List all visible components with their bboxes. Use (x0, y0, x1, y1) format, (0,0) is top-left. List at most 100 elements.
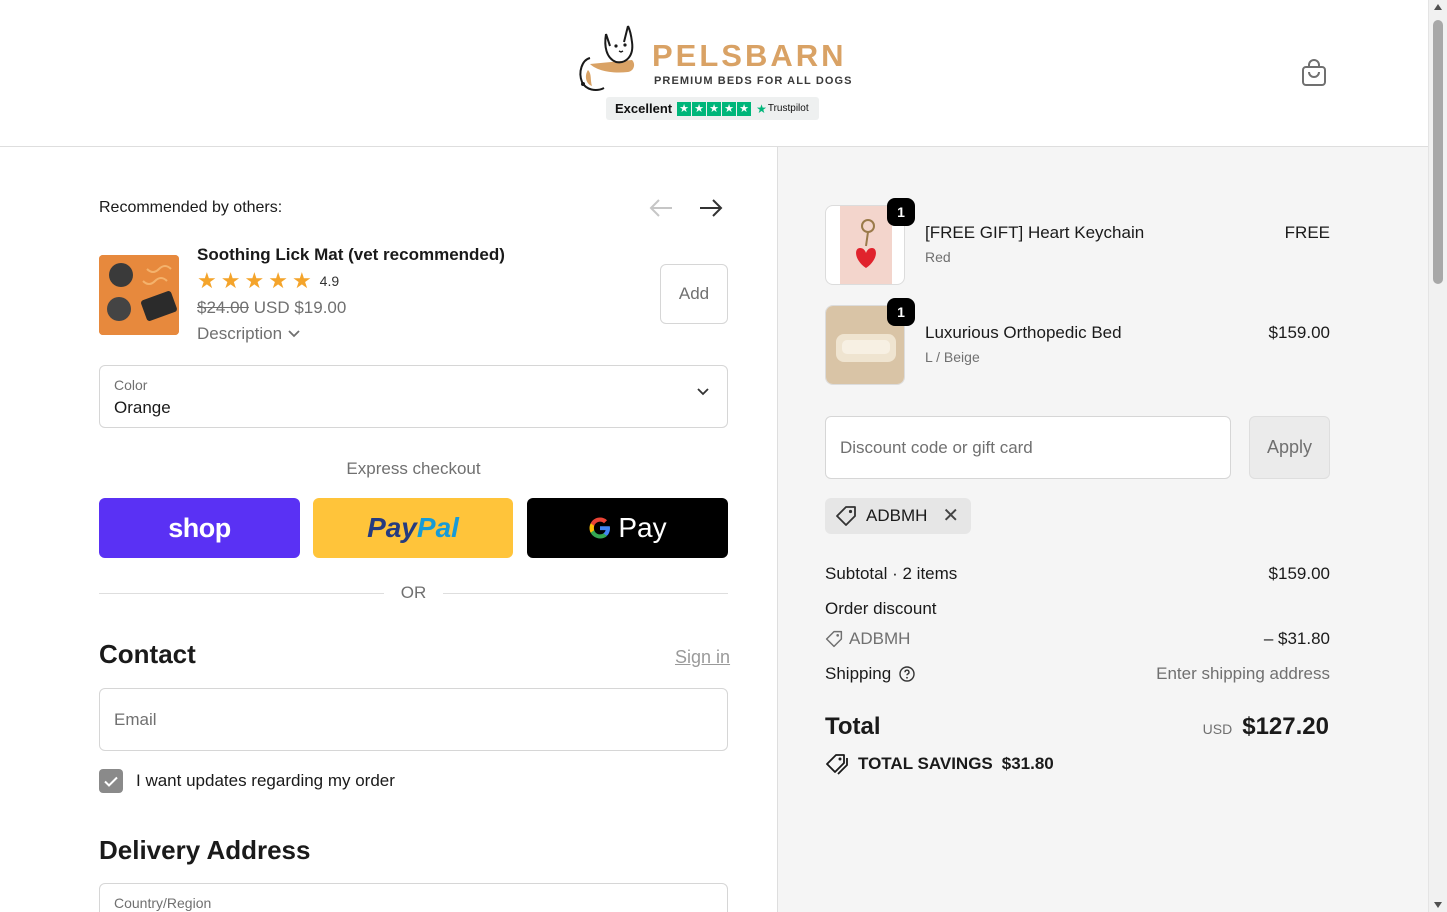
product-rating: ★ ★ ★ ★ ★ 4.9 (197, 270, 339, 292)
description-toggle[interactable]: Description (197, 324, 300, 344)
shipping-row: Shipping Enter shipping address (825, 664, 1330, 684)
original-price: $24.00 (197, 298, 249, 317)
order-summary: 1 [FREE GIFT] Heart Keychain Red FREE 1 … (777, 147, 1428, 912)
tag-icon (825, 630, 843, 648)
tags-icon (826, 754, 848, 775)
email-field[interactable] (99, 688, 728, 751)
item-name: Luxurious Orthopedic Bed (925, 323, 1122, 342)
order-discount-label: Order discount (825, 599, 937, 618)
divider-line (443, 593, 728, 594)
or-divider: OR (99, 583, 728, 605)
order-discount-code-text: ADBMH (849, 629, 911, 648)
item-price: FREE (1284, 223, 1330, 242)
total-value-group: USD $127.20 (1203, 713, 1329, 741)
lick-mat-product-image[interactable] (99, 255, 179, 335)
shipping-value: Enter shipping address (1156, 664, 1330, 683)
shop-pay-label: shop (168, 512, 231, 543)
trustpilot-brand-label: Trustpilot (767, 103, 809, 114)
recommended-product-name[interactable]: Soothing Lick Mat (vet recommended) (197, 245, 505, 265)
paypal-label-part1: Pay (367, 512, 417, 543)
chevron-down-icon (288, 330, 300, 338)
recommended-title: Recommended by others: (99, 199, 283, 216)
star-icon: ★ (197, 268, 217, 293)
apply-discount-button[interactable]: Apply (1249, 416, 1330, 479)
checkmark-icon (104, 776, 118, 787)
chevron-down-icon (697, 388, 709, 396)
cart-button[interactable] (1298, 57, 1330, 89)
total-label: Total (825, 713, 881, 740)
help-circle-icon[interactable] (899, 666, 915, 682)
total-amount: $127.20 (1242, 713, 1329, 740)
subtotal-value: $159.00 (1268, 564, 1330, 583)
item-variant: Red (925, 249, 951, 265)
discount-code-input[interactable] (825, 416, 1231, 479)
order-updates-option[interactable]: I want updates regarding my order (99, 769, 395, 793)
order-discount-code: ADBMH (825, 629, 1330, 649)
color-select-label: Color (114, 377, 148, 393)
delivery-address-heading: Delivery Address (99, 835, 311, 865)
brand-name: PELSBARN (652, 38, 847, 73)
trustpilot-stars: ★ ★ ★ ★ ★ (677, 101, 752, 116)
applied-discount-chip: ADBMH ✕ (825, 498, 972, 534)
color-select[interactable]: Color Orange (99, 365, 728, 428)
scroll-up-arrow-icon[interactable] (1434, 4, 1442, 10)
total-savings-label: TOTAL SAVINGS (858, 754, 993, 773)
item-price: $159.00 (1268, 323, 1330, 342)
star-icon: ★ (677, 101, 692, 116)
shopping-bag-icon (1302, 59, 1326, 86)
line-item: 1 Luxurious Orthopedic Bed L / Beige $15… (825, 298, 1330, 385)
checkout-main: Recommended by others: Soothing Lick Mat… (0, 147, 777, 912)
country-region-label: Country/Region (114, 895, 212, 911)
color-select-value: Orange (114, 398, 171, 417)
google-g-icon (589, 517, 611, 539)
carousel-next-arrow-icon[interactable] (698, 197, 726, 221)
item-variant: L / Beige (925, 349, 980, 365)
add-recommended-button[interactable]: Add (660, 264, 728, 324)
google-pay-label: Pay (618, 512, 667, 543)
page-scrollbar[interactable] (1428, 0, 1447, 912)
order-discount-code-row: ADBMH – $31.80 (825, 629, 1330, 649)
quantity-badge: 1 (887, 298, 915, 326)
star-icon: ★ (291, 268, 312, 293)
line-item: 1 [FREE GIFT] Heart Keychain Red FREE (825, 198, 1330, 285)
star-icon: ★ (268, 268, 288, 293)
star-icon: ★ (722, 101, 737, 116)
brand-tagline: PREMIUM BEDS FOR ALL DOGS (654, 75, 853, 87)
quantity-badge: 1 (887, 198, 915, 226)
trustpilot-rating-text: Excellent (615, 101, 673, 116)
subtotal-row: Subtotal · 2 items $159.00 (825, 564, 1330, 584)
sign-in-link[interactable]: Sign in (675, 647, 730, 668)
subtotal-label: Subtotal · 2 items (825, 564, 958, 583)
country-region-select[interactable]: Country/Region (99, 883, 728, 912)
total-currency: USD (1202, 721, 1233, 737)
current-price: USD $19.00 (253, 298, 347, 317)
remove-discount-close-icon[interactable]: ✕ (942, 506, 959, 526)
recommended-product-price: $24.00 USD $19.00 (197, 298, 346, 318)
paypal-button[interactable]: Pay Pal (313, 498, 513, 558)
scroll-down-arrow-icon[interactable] (1434, 902, 1442, 908)
item-name: [FREE GIFT] Heart Keychain (925, 223, 1145, 242)
rating-score: 4.9 (319, 273, 340, 289)
star-icon: ★ (220, 268, 241, 293)
order-updates-label: I want updates regarding my order (136, 771, 395, 790)
header: PELSBARN PREMIUM BEDS FOR ALL DOGS Excel… (0, 0, 1428, 147)
order-discount-row: Order discount (825, 599, 1330, 619)
google-pay-button[interactable]: Pay (527, 498, 728, 558)
total-savings-row: TOTAL SAVINGS $31.80 (825, 753, 1054, 775)
star-icon: ★ (692, 101, 707, 116)
scrollbar-thumb[interactable] (1433, 20, 1443, 284)
star-icon: ★ (737, 101, 752, 116)
order-updates-checkbox[interactable] (99, 769, 123, 793)
order-discount-value: – $31.80 (1263, 629, 1330, 648)
star-icon: ★ (707, 101, 722, 116)
trustpilot-badge[interactable]: Excellent ★ ★ ★ ★ ★ ★ Trustpilot (606, 97, 819, 120)
applied-discount-code: ADBMH (866, 506, 928, 525)
tag-icon (836, 506, 856, 526)
trustpilot-brand: ★ Trustpilot (756, 102, 809, 116)
shop-pay-button[interactable]: shop (99, 498, 300, 558)
carousel-prev-arrow-icon[interactable] (648, 197, 676, 221)
cat-dog-logo-icon (579, 25, 635, 91)
shipping-label: Shipping (825, 664, 892, 683)
paypal-label-part2: Pal (416, 512, 459, 543)
contact-heading: Contact (99, 639, 196, 669)
